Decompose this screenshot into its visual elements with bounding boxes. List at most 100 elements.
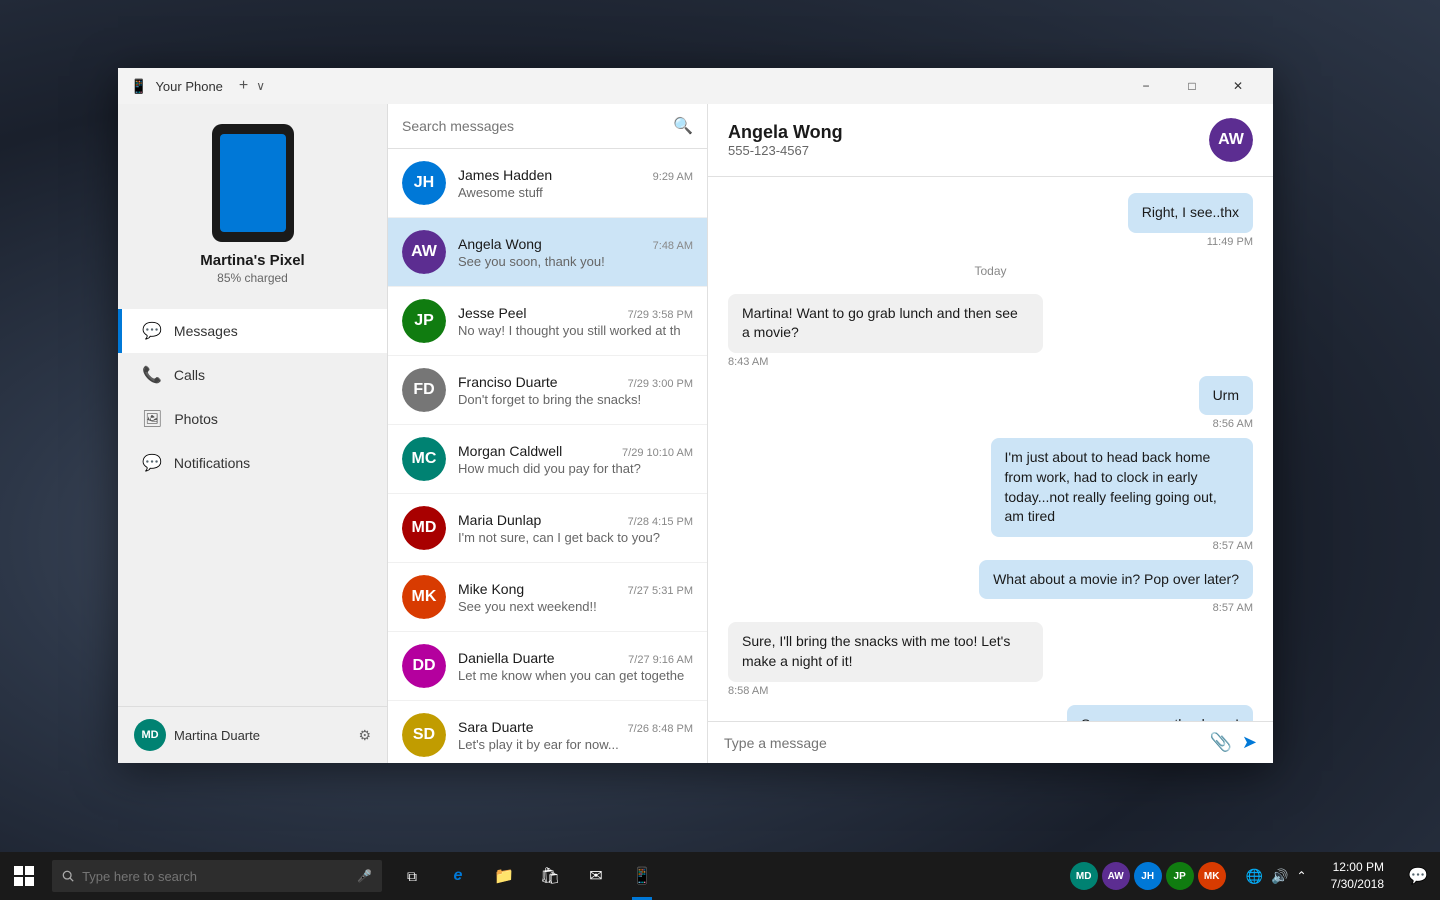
message-time: 8:56 AM <box>1199 418 1253 430</box>
taskbar-clock[interactable]: 12:00 PM 7/30/2018 <box>1319 859 1396 893</box>
start-button[interactable] <box>0 852 48 900</box>
phone-app-button[interactable]: 📱 <box>620 852 664 900</box>
conversation-item[interactable]: MK Mike Kong 7/27 5:31 PM See you next w… <box>388 563 707 632</box>
close-button[interactable]: ✕ <box>1215 68 1261 104</box>
message-time: 8:58 AM <box>728 685 1043 697</box>
store-button[interactable]: 🛍 <box>528 852 572 900</box>
task-view-button[interactable]: ⧉ <box>390 852 434 900</box>
chat-contact-info: Angela Wong 555-123-4567 <box>728 122 1209 158</box>
photos-label: Photos <box>174 411 218 427</box>
conversation-time: 7/29 3:58 PM <box>628 309 693 321</box>
app-window: 📱 Your Phone + ∨ − □ ✕ Martina's Pixel <box>118 68 1273 763</box>
mail-button[interactable]: ✉ <box>574 852 618 900</box>
conversation-info: Morgan Caldwell 7/29 10:10 AM How much d… <box>458 443 693 476</box>
conversation-name: Franciso Duarte <box>458 374 558 390</box>
conversation-preview: Let's play it by ear for now... <box>458 737 693 752</box>
conversation-name: Maria Dunlap <box>458 512 541 528</box>
calls-icon: 📞 <box>142 365 162 385</box>
sidebar-item-photos[interactable]: 🖼 Photos <box>118 397 387 441</box>
minimize-button[interactable]: − <box>1123 68 1169 104</box>
conversation-time: 7:48 AM <box>653 240 693 252</box>
phone-name: Martina's Pixel <box>200 252 304 269</box>
volume-icon[interactable]: 🔊 <box>1271 868 1288 885</box>
conversation-header: Mike Kong 7/27 5:31 PM <box>458 581 693 597</box>
conversation-header: Daniella Duarte 7/27 9:16 AM <box>458 650 693 666</box>
message-input[interactable] <box>724 735 1199 751</box>
edge-button[interactable]: e <box>436 852 480 900</box>
chat-area: Angela Wong 555-123-4567 AW Right, I see… <box>708 104 1273 763</box>
conversation-name: Sara Duarte <box>458 719 533 735</box>
conversation-item[interactable]: JH James Hadden 9:29 AM Awesome stuff <box>388 149 707 218</box>
conversation-item[interactable]: DD Daniella Duarte 7/27 9:16 AM Let me k… <box>388 632 707 701</box>
taskbar-avatar-group: MD AW JH JP MK <box>1062 862 1234 890</box>
conversation-header: Morgan Caldwell 7/29 10:10 AM <box>458 443 693 459</box>
message-received: Sure, I'll bring the snacks with me too!… <box>728 622 1043 696</box>
taskbar-search-input[interactable] <box>82 869 349 884</box>
title-bar: 📱 Your Phone + ∨ − □ ✕ <box>118 68 1273 104</box>
taskbar-avatar-5[interactable]: MK <box>1198 862 1226 890</box>
nav-items: 💬 Messages 📞 Calls 🖼 Photos 💬 Notificati… <box>118 301 387 706</box>
send-icon[interactable]: ➤ <box>1242 732 1257 753</box>
avatar-initials: MC <box>402 437 446 481</box>
avatar: JP <box>402 299 446 343</box>
phone-info: Martina's Pixel 85% charged <box>118 104 387 301</box>
conversation-time: 7/29 10:10 AM <box>622 447 693 459</box>
photos-icon: 🖼 <box>142 409 162 429</box>
chat-messages: Right, I see..thx 11:49 PM Today Martina… <box>708 177 1273 721</box>
conversation-time: 9:29 AM <box>653 171 693 183</box>
sidebar-item-messages[interactable]: 💬 Messages <box>118 309 387 353</box>
new-tab-button[interactable]: + <box>239 77 248 95</box>
taskbar-avatar-4[interactable]: JP <box>1166 862 1194 890</box>
conversation-list: JH James Hadden 9:29 AM Awesome stuff <box>388 149 707 763</box>
avatar: MD <box>402 506 446 550</box>
sidebar-item-calls[interactable]: 📞 Calls <box>118 353 387 397</box>
conversation-name: Morgan Caldwell <box>458 443 562 459</box>
avatar-initials: MK <box>402 575 446 619</box>
chat-contact-avatar: AW <box>1209 118 1253 162</box>
conversation-item[interactable]: FD Franciso Duarte 7/29 3:00 PM Don't fo… <box>388 356 707 425</box>
conversation-item[interactable]: SD Sara Duarte 7/26 8:48 PM Let's play i… <box>388 701 707 763</box>
conversation-preview: Let me know when you can get togethe <box>458 668 693 683</box>
avatar-initials: SD <box>402 713 446 757</box>
taskbar-avatar-1[interactable]: MD <box>1070 862 1098 890</box>
sidebar-item-notifications[interactable]: 💬 Notifications <box>118 441 387 485</box>
conversation-info: Daniella Duarte 7/27 9:16 AM Let me know… <box>458 650 693 683</box>
chat-header: Angela Wong 555-123-4567 AW <box>708 104 1273 177</box>
message-sent: See you soon, thank you! 9:00 AM <box>1067 705 1253 721</box>
avatar-initials: DD <box>402 644 446 688</box>
sidebar-avatar: MD <box>134 719 166 751</box>
taskbar-avatar-2[interactable]: AW <box>1102 862 1130 890</box>
conversation-item[interactable]: JP Jesse Peel 7/29 3:58 PM No way! I tho… <box>388 287 707 356</box>
conversation-preview: See you soon, thank you! <box>458 254 693 269</box>
notifications-icon: 💬 <box>142 453 162 473</box>
clock-time: 12:00 PM <box>1333 859 1384 876</box>
search-input[interactable] <box>402 118 665 134</box>
file-explorer-button[interactable]: 📁 <box>482 852 526 900</box>
avatar: AW <box>402 230 446 274</box>
desktop: 📱 Your Phone + ∨ − □ ✕ Martina's Pixel <box>0 0 1440 900</box>
attachment-icon[interactable]: 📎 <box>1209 732 1231 753</box>
conversation-preview: No way! I thought you still worked at th <box>458 323 693 338</box>
network-icon[interactable]: 🌐 <box>1246 868 1263 885</box>
settings-icon[interactable]: ⚙ <box>358 727 371 744</box>
conversation-header: Sara Duarte 7/26 8:48 PM <box>458 719 693 735</box>
conversation-info: Angela Wong 7:48 AM See you soon, thank … <box>458 236 693 269</box>
notification-button[interactable]: 💬 <box>1396 852 1440 900</box>
conversation-item[interactable]: MD Maria Dunlap 7/28 4:15 PM I'm not sur… <box>388 494 707 563</box>
taskbar-avatar-3[interactable]: JH <box>1134 862 1162 890</box>
message-bubble: See you soon, thank you! <box>1067 705 1253 721</box>
tab-dropdown-button[interactable]: ∨ <box>256 79 265 93</box>
conversation-item[interactable]: MC Morgan Caldwell 7/29 10:10 AM How muc… <box>388 425 707 494</box>
message-time: 8:43 AM <box>728 356 1043 368</box>
message-bubble: Martina! Want to go grab lunch and then … <box>728 294 1043 353</box>
message-bubble: Urm <box>1199 376 1253 416</box>
conversation-name: Angela Wong <box>458 236 542 252</box>
conversation-item[interactable]: AW Angela Wong 7:48 AM See you soon, tha… <box>388 218 707 287</box>
phone-battery: 85% charged <box>217 271 288 285</box>
calls-label: Calls <box>174 367 205 383</box>
maximize-button[interactable]: □ <box>1169 68 1215 104</box>
taskbar-system-icons: 🌐 🔊 ⌃ <box>1234 868 1319 885</box>
taskbar-search[interactable]: 🎤 <box>52 860 382 892</box>
taskbar: 🎤 ⧉ e 📁 🛍 ✉ 📱 MD AW JH JP MK 🌐 🔊 ⌃ <box>0 852 1440 900</box>
sidebar-avatar-initials: MD <box>134 719 166 751</box>
